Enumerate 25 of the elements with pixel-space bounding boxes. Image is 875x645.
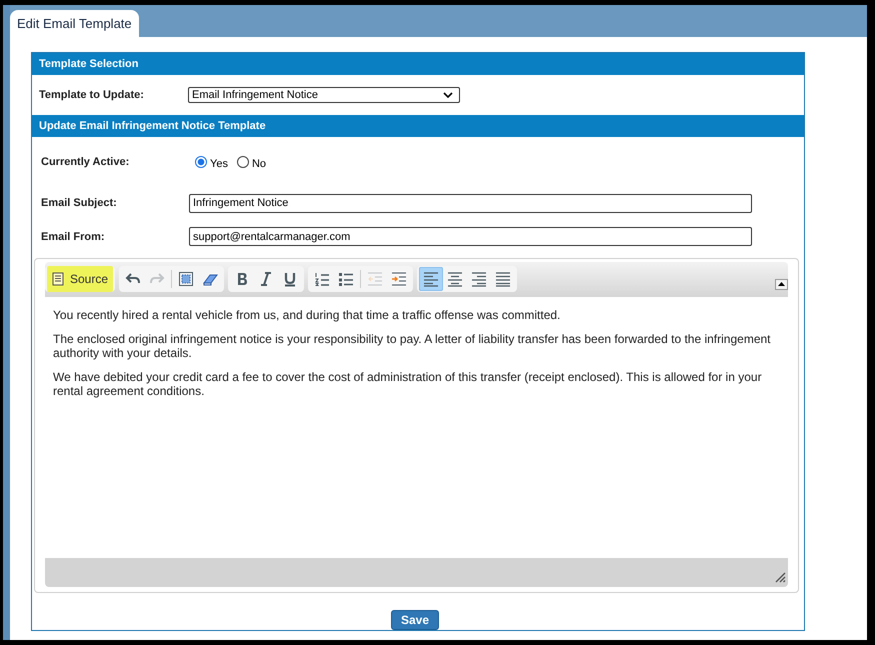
section-header: Update Email Infringement Notice Template [32, 114, 804, 137]
field-label: Currently Active: [40, 156, 130, 168]
collapse-button[interactable] [775, 278, 788, 290]
text-field[interactable]: Infringement Notice [189, 194, 752, 213]
paragraph: We have debited your credit card a fee to cover the cost of administration of this transfer (receipt enclosed). This is allowed for in your rental agreement conditions. [53, 370, 763, 398]
chevron-down-icon [443, 92, 453, 98]
text-field[interactable]: support@rentalcarmanager.com [189, 227, 752, 246]
radio-label: Yes [210, 158, 228, 170]
source-button[interactable]: Source [47, 266, 114, 292]
align-left-icon[interactable] [419, 267, 444, 292]
paragraph: You recently hired a rental vehicle from us, and during that time a traffic offense was committed. [53, 308, 562, 322]
field-label: Template to Update: [38, 88, 145, 101]
section-header: Template Selection [32, 53, 804, 75]
radio-button[interactable] [236, 156, 249, 168]
save-button[interactable]: Save [390, 610, 440, 630]
paragraph: The enclosed original infringement notice is your responsibility to pay. A letter of liability transfer has been forwarded to the infringement authority with your details. [53, 332, 772, 360]
template-dropdown[interactable]: Email Infringement Notice [188, 86, 460, 103]
field-label: Email Subject: [40, 197, 118, 210]
radio-button[interactable] [195, 156, 207, 168]
field-label: Email From: [40, 230, 106, 243]
resize-grip-icon[interactable] [775, 572, 786, 584]
radio-label: No [252, 158, 266, 170]
tab[interactable]: Edit Email Template [10, 10, 139, 37]
triangle-up-icon [778, 282, 785, 286]
document-icon [52, 272, 64, 286]
